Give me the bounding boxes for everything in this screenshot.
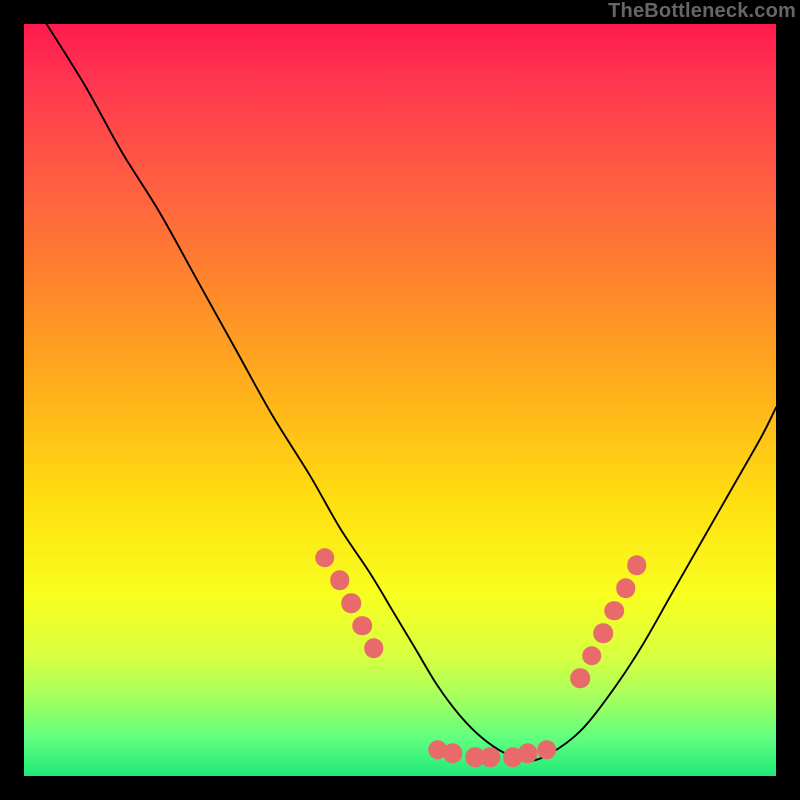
- curve-marker: [353, 616, 373, 636]
- curve-marker: [593, 623, 613, 643]
- curve-marker: [364, 638, 384, 658]
- curve-marker: [537, 740, 557, 760]
- curve-marker: [443, 744, 463, 764]
- curve-marker: [605, 601, 625, 621]
- watermark-text: TheBottleneck.com: [608, 0, 796, 23]
- curve-marker: [480, 747, 500, 767]
- curve-marker: [341, 593, 361, 613]
- curve-marker: [330, 571, 350, 591]
- bottleneck-curve: [47, 24, 776, 761]
- curve-marker: [616, 578, 636, 598]
- plot-area: [24, 24, 776, 776]
- curve-marker: [518, 744, 538, 764]
- bottleneck-curve-svg: [24, 24, 776, 776]
- curve-marker: [571, 668, 591, 688]
- curve-marker: [315, 548, 335, 568]
- curve-marker: [582, 646, 602, 666]
- curve-marker: [627, 556, 647, 576]
- chart-container: TheBottleneck.com: [0, 0, 800, 800]
